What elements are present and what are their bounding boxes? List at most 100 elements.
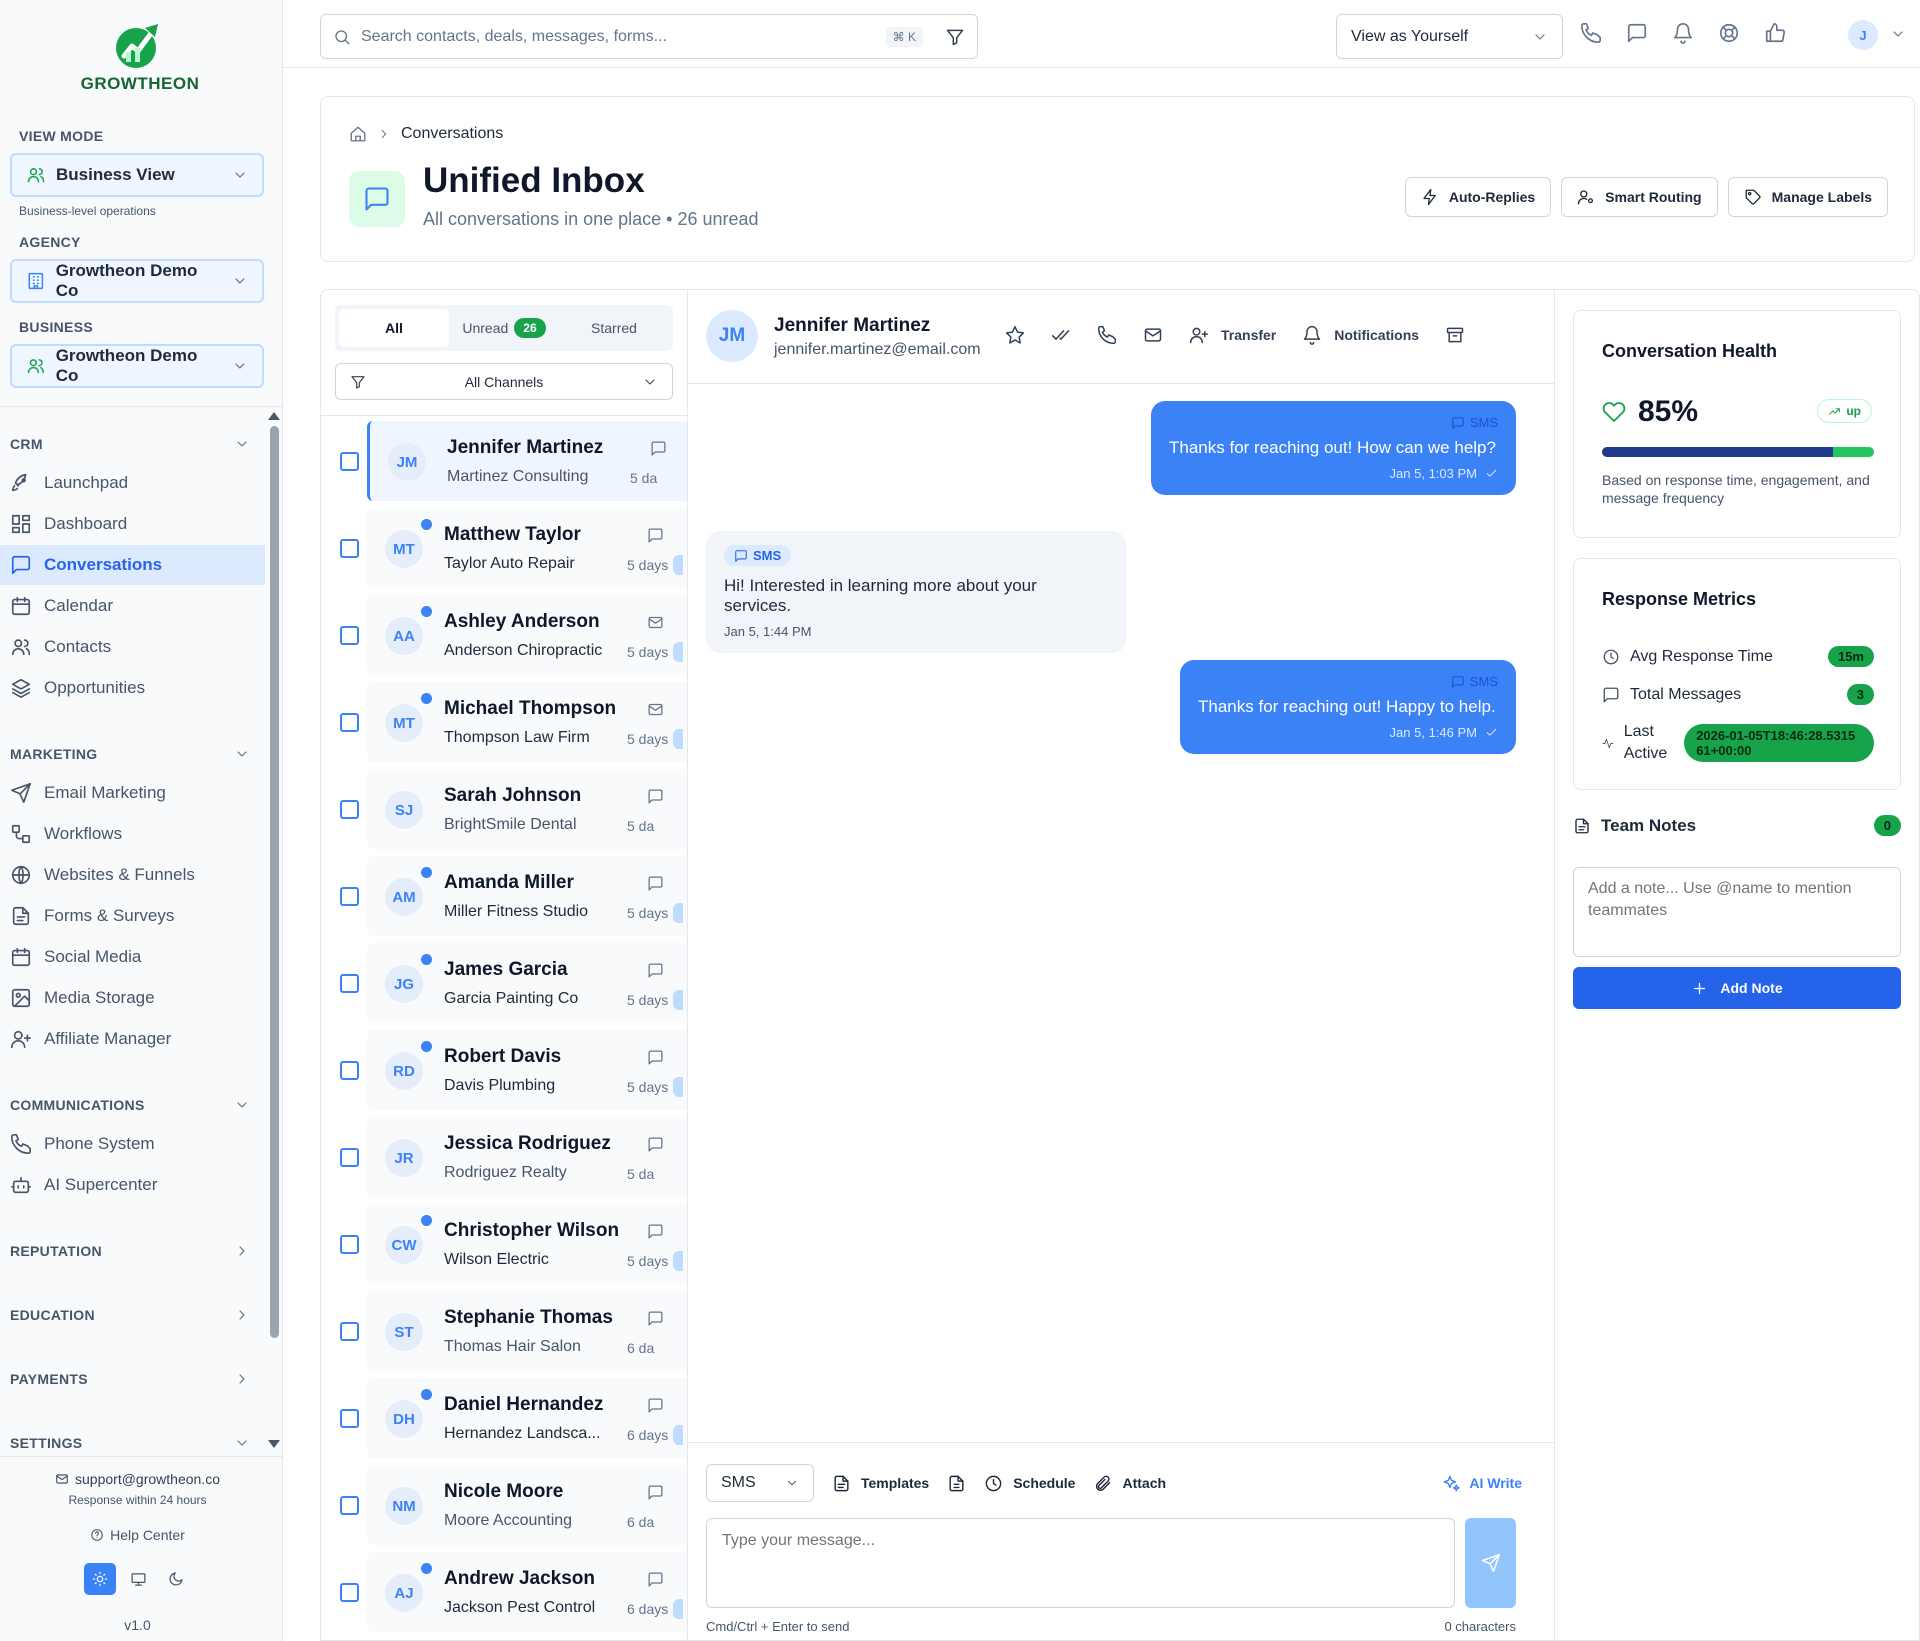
- select-checkbox[interactable]: [340, 1322, 359, 1341]
- sidebar-item-social-media[interactable]: Social Media: [0, 937, 265, 977]
- channel-filter-select[interactable]: All Channels: [335, 363, 673, 400]
- conversation-item[interactable]: MT Matthew Taylor Taylor Auto Repair 5 days: [321, 508, 687, 588]
- phone-icon[interactable]: [1097, 325, 1117, 345]
- select-checkbox[interactable]: [340, 800, 359, 819]
- archive-icon[interactable]: [1445, 325, 1465, 345]
- sidebar-item-opportunities[interactable]: Opportunities: [0, 668, 265, 708]
- manage-labels-button[interactable]: Manage Labels: [1727, 177, 1888, 217]
- select-checkbox[interactable]: [340, 1496, 359, 1515]
- sidebar-scrollbar[interactable]: [270, 416, 279, 1446]
- select-checkbox[interactable]: [340, 1148, 359, 1167]
- sidebar-item-ai-supercenter[interactable]: AI Supercenter: [0, 1165, 265, 1205]
- contact-name[interactable]: Jennifer Martinez: [774, 315, 930, 337]
- sidebar-item-launchpad[interactable]: Launchpad: [0, 463, 265, 503]
- send-button[interactable]: [1465, 1518, 1516, 1608]
- transfer-button[interactable]: Transfer: [1189, 325, 1276, 345]
- user-avatar[interactable]: J: [1848, 20, 1878, 50]
- bell-icon[interactable]: [1672, 22, 1694, 44]
- help-center-link[interactable]: Help Center: [0, 1527, 275, 1543]
- message-bubble-incoming[interactable]: SMS Hi! Interested in learning more abou…: [706, 531, 1126, 653]
- conversation-item[interactable]: CW Christopher Wilson Wilson Electric 5 day…: [321, 1204, 687, 1284]
- star-icon[interactable]: [1005, 325, 1025, 345]
- sidebar-item-dashboard[interactable]: Dashboard: [0, 504, 265, 544]
- conversation-item[interactable]: DH Daniel Hernandez Hernandez Landsca... 6 …: [321, 1378, 687, 1458]
- sidebar-item-affiliate-manager[interactable]: Affiliate Manager: [0, 1019, 265, 1059]
- sidebar-item-contacts[interactable]: Contacts: [0, 627, 265, 667]
- conversation-item[interactable]: JR Jessica Rodriguez Rodriguez Realty 5 da: [321, 1117, 687, 1197]
- select-checkbox[interactable]: [340, 887, 359, 906]
- conversation-card[interactable]: JG James Garcia Garcia Painting Co 5 days: [367, 943, 687, 1023]
- select-checkbox[interactable]: [340, 974, 359, 993]
- select-checkbox[interactable]: [340, 1061, 359, 1080]
- lifebuoy-icon[interactable]: [1718, 22, 1740, 44]
- tab-unread[interactable]: Unread 26: [449, 309, 559, 347]
- auto-replies-button[interactable]: Auto-Replies: [1404, 177, 1552, 217]
- theme-system-button[interactable]: [122, 1563, 154, 1595]
- templates-button[interactable]: Templates: [832, 1474, 929, 1493]
- nav-group-communications[interactable]: COMMUNICATIONS: [10, 1097, 250, 1113]
- sidebar-item-email-marketing[interactable]: Email Marketing: [0, 773, 265, 813]
- tab-all[interactable]: All: [339, 309, 449, 347]
- add-note-button[interactable]: Add Note: [1573, 967, 1901, 1009]
- sidebar-item-media-storage[interactable]: Media Storage: [0, 978, 265, 1018]
- theme-light-button[interactable]: [84, 1563, 116, 1595]
- conversation-item[interactable]: RD Robert Davis Davis Plumbing 5 days: [321, 1030, 687, 1110]
- phone-icon[interactable]: [1580, 22, 1602, 44]
- search-input[interactable]: Search contacts, deals, messages, forms.…: [361, 28, 667, 46]
- sidebar-item-forms-surveys[interactable]: Forms & Surveys: [0, 896, 265, 936]
- filter-icon[interactable]: [945, 27, 965, 47]
- nav-group-settings[interactable]: SETTINGS: [10, 1435, 250, 1451]
- team-note-input[interactable]: [1573, 867, 1901, 957]
- nav-group-education[interactable]: EDUCATION: [10, 1307, 250, 1323]
- thumbs-up-icon[interactable]: [1764, 22, 1786, 44]
- nav-group-marketing[interactable]: MARKETING: [10, 746, 250, 762]
- conversation-card[interactable]: CW Christopher Wilson Wilson Electric 5 day…: [367, 1204, 687, 1284]
- select-checkbox[interactable]: [340, 452, 359, 471]
- message-bubble-outgoing[interactable]: SMS Thanks for reaching out! How can we …: [1151, 401, 1516, 495]
- conversation-card[interactable]: JM Jennifer Martinez Martinez Consulting 5 …: [367, 421, 687, 501]
- conversation-card[interactable]: AM Amanda Miller Miller Fitness Studio 5 da…: [367, 856, 687, 936]
- check-double-icon[interactable]: [1051, 325, 1071, 345]
- conversation-card[interactable]: RD Robert Davis Davis Plumbing 5 days: [367, 1030, 687, 1110]
- message-square-icon[interactable]: [1626, 22, 1648, 44]
- nav-group-crm[interactable]: CRM: [10, 436, 250, 452]
- select-checkbox[interactable]: [340, 1235, 359, 1254]
- conversation-item[interactable]: JM Jennifer Martinez Martinez Consulting 5 …: [321, 421, 687, 501]
- conversation-item[interactable]: JG James Garcia Garcia Painting Co 5 days: [321, 943, 687, 1023]
- conversation-card[interactable]: MT Matthew Taylor Taylor Auto Repair 5 days: [367, 508, 687, 588]
- conversation-item[interactable]: AA Ashley Anderson Anderson Chiropractic 5 …: [321, 595, 687, 675]
- home-icon[interactable]: [349, 125, 367, 143]
- smart-routing-button[interactable]: Smart Routing: [1561, 177, 1718, 217]
- conversation-item[interactable]: AJ Andrew Jackson Jackson Pest Control 6 da…: [321, 1552, 687, 1632]
- nav-group-payments[interactable]: PAYMENTS: [10, 1371, 250, 1387]
- conversation-card[interactable]: JR Jessica Rodriguez Rodriguez Realty 5 da: [367, 1117, 687, 1197]
- file-icon[interactable]: [947, 1474, 966, 1493]
- theme-dark-button[interactable]: [160, 1563, 192, 1595]
- select-checkbox[interactable]: [340, 626, 359, 645]
- tab-starred[interactable]: Starred: [559, 309, 669, 347]
- select-checkbox[interactable]: [340, 1583, 359, 1602]
- select-checkbox[interactable]: [340, 539, 359, 558]
- schedule-button[interactable]: Schedule: [984, 1474, 1075, 1493]
- view-as-select[interactable]: View as Yourself: [1336, 14, 1563, 59]
- conversation-card[interactable]: SJ Sarah Johnson BrightSmile Dental 5 da: [367, 769, 687, 849]
- ai-write-button[interactable]: AI Write: [1442, 1474, 1522, 1493]
- chevron-down-icon[interactable]: [1890, 26, 1906, 42]
- message-bubble-outgoing[interactable]: SMS Thanks for reaching out! Happy to he…: [1180, 660, 1516, 754]
- agency-select[interactable]: Growtheon Demo Co: [10, 259, 264, 303]
- sidebar-item-conversations[interactable]: Conversations: [0, 545, 265, 585]
- conversation-card[interactable]: NM Nicole Moore Moore Accounting 6 da: [367, 1465, 687, 1545]
- mail-icon[interactable]: [1143, 325, 1163, 345]
- conversation-card[interactable]: AJ Andrew Jackson Jackson Pest Control 6 da…: [367, 1552, 687, 1632]
- conversation-item[interactable]: MT Michael Thompson Thompson Law Firm 5 day…: [321, 682, 687, 762]
- business-select[interactable]: Growtheon Demo Co: [10, 344, 264, 388]
- message-input[interactable]: [706, 1518, 1455, 1608]
- global-search[interactable]: Search contacts, deals, messages, forms.…: [320, 14, 978, 59]
- brand-logo[interactable]: GROWTHEON: [60, 18, 220, 94]
- conversation-item[interactable]: NM Nicole Moore Moore Accounting 6 da: [321, 1465, 687, 1545]
- conversation-card[interactable]: AA Ashley Anderson Anderson Chiropractic 5 …: [367, 595, 687, 675]
- sidebar-nav[interactable]: CRM Launchpad Dashboard Conversations Ca…: [0, 416, 283, 1456]
- view-mode-select[interactable]: Business View: [10, 153, 264, 197]
- conversation-card[interactable]: MT Michael Thompson Thompson Law Firm 5 day…: [367, 682, 687, 762]
- sidebar-item-calendar[interactable]: Calendar: [0, 586, 265, 626]
